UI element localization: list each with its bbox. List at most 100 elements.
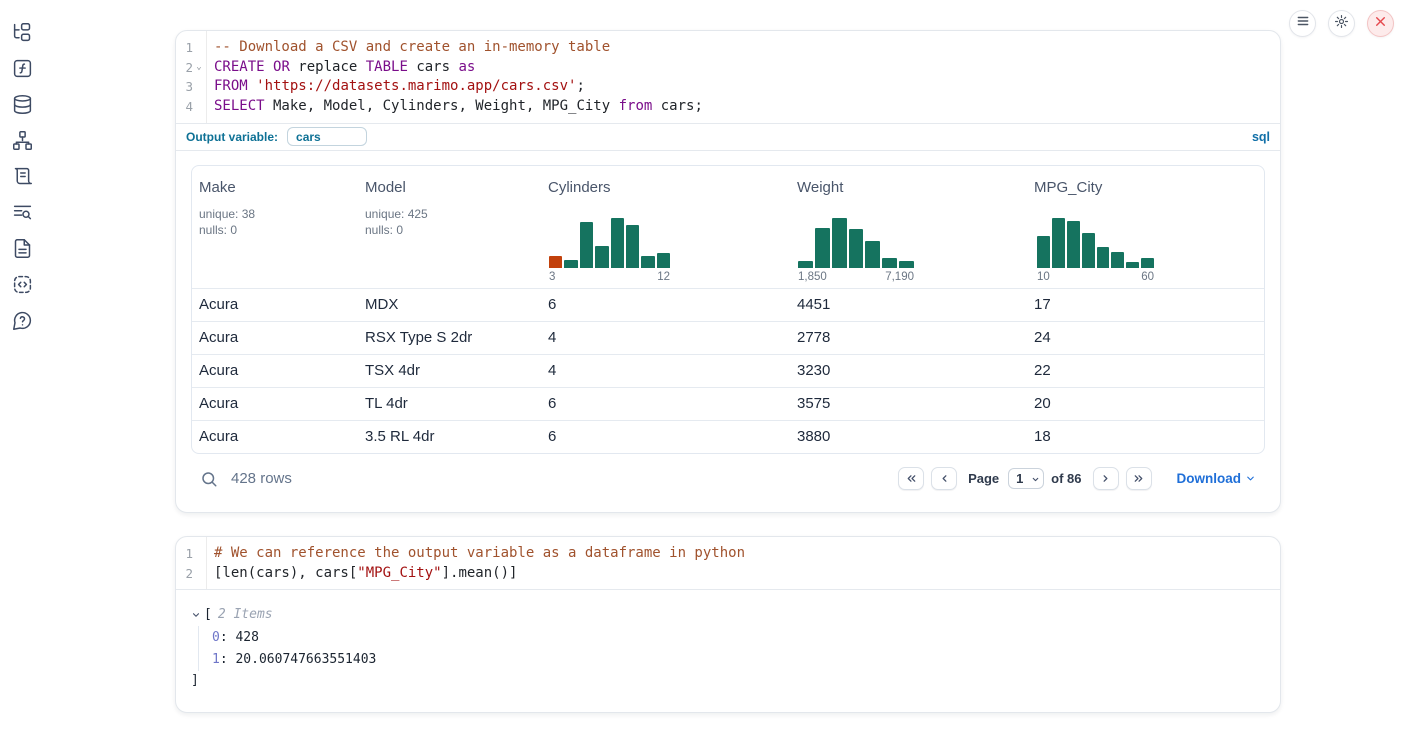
hamburger-icon: [1296, 14, 1310, 33]
histogram-bar: [1082, 233, 1095, 268]
snippets-icon[interactable]: [11, 273, 33, 295]
item-index: 0: [212, 630, 220, 645]
table-row[interactable]: Acura TSX 4dr 4 3230 22: [192, 354, 1264, 387]
sql-string: 'https://datasets.marimo.app/cars.csv': [256, 78, 576, 94]
hist-max-label: 12: [657, 271, 670, 283]
histogram-bar: [564, 260, 577, 268]
gear-icon: [1334, 14, 1349, 34]
histogram-bar: [1141, 258, 1154, 268]
left-panel-toolbar: [0, 0, 44, 729]
line-number: 2: [185, 58, 193, 78]
table-row[interactable]: Acura RSX Type S 2dr 4 2778 24: [192, 321, 1264, 354]
histogram-bar: [626, 225, 639, 268]
close-icon: [1374, 15, 1387, 33]
histogram-bar: [580, 222, 593, 268]
logs-icon[interactable]: [11, 201, 33, 223]
collapse-chevron-icon[interactable]: [191, 610, 202, 620]
output-variable-bar: Output variable: sql: [176, 123, 1280, 151]
item-value: 428: [235, 630, 258, 645]
previous-page-button[interactable]: [931, 467, 957, 490]
histogram-bar: [1111, 252, 1124, 268]
first-page-button[interactable]: [898, 467, 924, 490]
column-header-model[interactable]: Model unique: 425 nulls: 0: [358, 166, 541, 288]
output-variable-input[interactable]: [287, 127, 367, 146]
settings-button[interactable]: [1328, 10, 1355, 37]
hist-max-label: 7,190: [885, 271, 914, 283]
histogram-bar: [899, 261, 914, 268]
language-badge[interactable]: sql: [1252, 130, 1270, 144]
page-select-wrap: 1: [1008, 468, 1044, 489]
python-code-editor[interactable]: 1⌄ # We can reference the output variabl…: [176, 537, 1280, 589]
hist-min-label: 10: [1037, 271, 1050, 283]
histogram-bar: [611, 218, 624, 268]
menu-button[interactable]: [1289, 10, 1316, 37]
histogram-bar: [1097, 247, 1110, 268]
column-stats: unique: 38 nulls: 0: [199, 206, 351, 239]
python-output-tree: [ 2 Items 0: 428 1: 20.060747663551403 ]: [176, 590, 1280, 691]
column-header-weight[interactable]: Weight 1,850 7,190: [790, 166, 1027, 288]
table-row[interactable]: Acura MDX 6 4451 17: [192, 288, 1264, 321]
last-page-button[interactable]: [1126, 467, 1152, 490]
code-line: 2⌄ [len(cars), cars["MPG_City"].mean()]: [176, 564, 1280, 584]
documentation-icon[interactable]: [11, 237, 33, 259]
histogram-bar: [595, 246, 608, 268]
python-cell: 1⌄ # We can reference the output variabl…: [175, 536, 1281, 713]
chevron-down-icon: [1245, 473, 1256, 484]
items-count: 2 Items: [218, 607, 273, 622]
histogram-bar: [815, 228, 830, 268]
shutdown-button[interactable]: [1367, 10, 1394, 37]
histogram-bar: [641, 256, 654, 268]
histogram-bar: [1037, 236, 1050, 268]
next-page-button[interactable]: [1093, 467, 1119, 490]
help-icon[interactable]: [11, 309, 33, 331]
hist-min-label: 3: [549, 271, 555, 283]
line-number: 2: [185, 564, 193, 584]
line-number: 3: [185, 77, 193, 97]
code-line: 4⌄ SELECT Make, Model, Cylinders, Weight…: [176, 97, 1280, 117]
histogram-bar: [1126, 262, 1139, 268]
dependency-graph-icon[interactable]: [11, 129, 33, 151]
page-total-label: of 86: [1051, 471, 1081, 486]
fold-chevron-icon[interactable]: ⌄: [193, 58, 205, 78]
code-line: 3⌄ FROM 'https://datasets.marimo.app/car…: [176, 77, 1280, 97]
sql-cell: 1 ⌄ -- Download a CSV and create an in-me…: [175, 30, 1281, 513]
notebook-actions: [1289, 10, 1394, 37]
table-header-row: Make unique: 38 nulls: 0 Model unique: 4…: [192, 166, 1264, 288]
weight-histogram: 1,850 7,190: [798, 218, 914, 283]
code-line: 1⌄ # We can reference the output variabl…: [176, 544, 1280, 564]
hist-max-label: 60: [1141, 271, 1154, 283]
download-button[interactable]: Download: [1177, 471, 1257, 486]
page-select[interactable]: 1: [1008, 468, 1044, 489]
table-row[interactable]: Acura 3.5 RL 4dr 6 3880 18: [192, 420, 1264, 453]
column-header-make[interactable]: Make unique: 38 nulls: 0: [192, 166, 358, 288]
search-icon[interactable]: [200, 470, 218, 488]
column-stats: unique: 425 nulls: 0: [365, 206, 534, 239]
hist-min-label: 1,850: [798, 271, 827, 283]
column-header-mpg-city[interactable]: MPG_City 10 60: [1027, 166, 1265, 288]
sql-code-editor[interactable]: 1⌄ -- Download a CSV and create an in-me…: [176, 31, 1280, 123]
variables-icon[interactable]: [11, 57, 33, 79]
file-explorer-icon[interactable]: [11, 21, 33, 43]
sql-comment: -- Download a CSV and create an in-memor…: [214, 39, 610, 55]
table-row[interactable]: Acura TL 4dr 6 3575 20: [192, 387, 1264, 420]
histogram-bar: [832, 218, 847, 268]
histogram-bar: [1067, 221, 1080, 268]
tree-item: 1: 20.060747663551403: [212, 648, 1265, 671]
page-label: Page: [968, 471, 999, 486]
sql-output-area: Make unique: 38 nulls: 0 Model unique: 4…: [176, 151, 1280, 495]
tree-item: 0: 428: [212, 626, 1265, 649]
tree-items: 0: 428 1: 20.060747663551403: [198, 626, 1265, 671]
histogram-bar: [798, 261, 813, 268]
python-comment: # We can reference the output variable a…: [214, 545, 745, 561]
line-number: 1: [185, 544, 193, 564]
outline-icon[interactable]: [11, 165, 33, 187]
python-string: "MPG_City": [357, 565, 441, 581]
histogram-bar: [865, 241, 880, 268]
datasources-icon[interactable]: [11, 93, 33, 115]
cylinders-histogram: 3 12: [549, 218, 670, 283]
column-header-cylinders[interactable]: Cylinders 3 12: [541, 166, 790, 288]
histogram-bar: [1052, 218, 1065, 268]
line-number: 4: [185, 97, 193, 117]
results-table: Make unique: 38 nulls: 0 Model unique: 4…: [191, 165, 1265, 454]
histogram-bar: [549, 256, 562, 268]
